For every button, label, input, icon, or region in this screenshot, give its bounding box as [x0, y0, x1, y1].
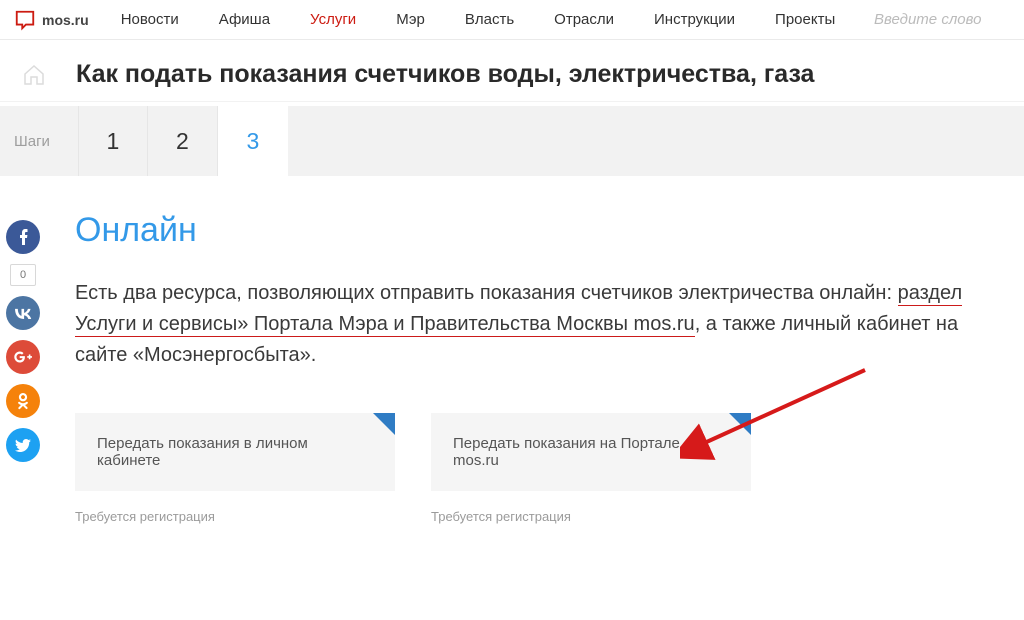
content-area: Онлайн Есть два ресурса, позволяющих отп… — [0, 176, 1024, 524]
home-icon[interactable] — [22, 63, 46, 87]
nav-item-authority[interactable]: Власть — [465, 11, 514, 28]
cards-row: Передать показания в личном кабинете Тре… — [75, 413, 1000, 524]
nav-item-projects[interactable]: Проекты — [775, 11, 835, 28]
nav-item-services[interactable]: Услуги — [310, 11, 356, 28]
page-title: Как подать показания счетчиков воды, эле… — [76, 60, 814, 89]
logo[interactable]: mos.ru — [0, 9, 103, 31]
logo-icon — [14, 9, 36, 31]
steps-label: Шаги — [0, 133, 78, 150]
top-navbar: mos.ru Новости Афиша Услуги Мэр Власть О… — [0, 0, 1024, 40]
nav-item-instructions[interactable]: Инструкции — [654, 11, 735, 28]
card-note: Требуется регистрация — [431, 509, 751, 524]
nav-item-industries[interactable]: Отрасли — [554, 11, 614, 28]
search-box — [844, 11, 1024, 29]
card-corner-icon — [373, 413, 395, 435]
logo-text: mos.ru — [42, 12, 89, 28]
step-tab-1[interactable]: 1 — [78, 106, 148, 176]
nav-item-mayor[interactable]: Мэр — [396, 11, 425, 28]
card-wrap-1: Передать показания на Портале mos.ru Тре… — [431, 413, 751, 524]
search-input[interactable] — [874, 11, 994, 28]
para-pre: Есть два ресурса, позволяющих отправить … — [75, 282, 898, 304]
card-wrap-0: Передать показания в личном кабинете Тре… — [75, 413, 395, 524]
section-heading: Онлайн — [75, 211, 1000, 250]
card-title: Передать показания на Портале mos.ru — [453, 435, 680, 469]
card-title: Передать показания в личном кабинете — [97, 435, 308, 469]
section-paragraph: Есть два ресурса, позволяющих отправить … — [75, 278, 1000, 371]
nav-item-afisha[interactable]: Афиша — [219, 11, 270, 28]
card-note: Требуется регистрация — [75, 509, 395, 524]
card-portal-mosru[interactable]: Передать показания на Портале mos.ru — [431, 413, 751, 491]
nav-item-news[interactable]: Новости — [121, 11, 179, 28]
main-nav: Новости Афиша Услуги Мэр Власть Отрасли … — [103, 11, 836, 28]
card-personal-cabinet[interactable]: Передать показания в личном кабинете — [75, 413, 395, 491]
title-bar: Как подать показания счетчиков воды, эле… — [0, 40, 1024, 102]
step-tab-3[interactable]: 3 — [218, 106, 288, 176]
steps-row: Шаги 1 2 3 — [0, 106, 1024, 176]
step-tab-2[interactable]: 2 — [148, 106, 218, 176]
card-corner-icon — [729, 413, 751, 435]
